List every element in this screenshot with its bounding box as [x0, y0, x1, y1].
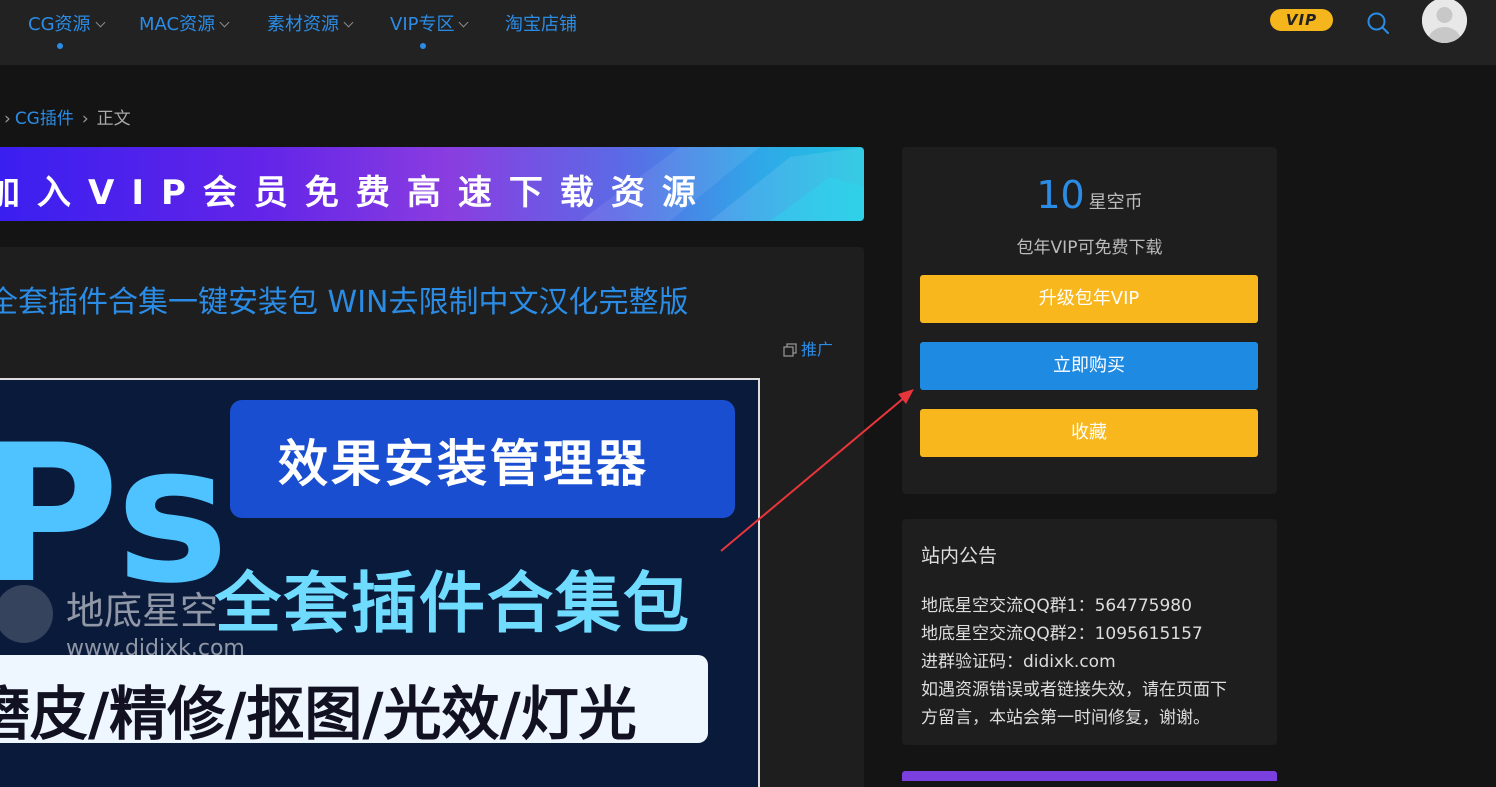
- price-note: 包年VIP可免费下载: [1016, 238, 1163, 258]
- cover-headline: 全套插件合集包: [215, 565, 691, 642]
- nav-item-vip-zone[interactable]: VIP专区: [390, 10, 469, 35]
- nav-item-label: MAC资源: [139, 14, 216, 35]
- user-icon: [1422, 0, 1467, 43]
- favorite-button[interactable]: 收藏: [920, 409, 1258, 457]
- buy-now-button[interactable]: 立即购买: [920, 342, 1258, 390]
- promo-label: 推广: [801, 340, 834, 359]
- purchase-card: 10 星空币 包年VIP可免费下载 升级包年VIP 立即购买 收藏: [902, 147, 1277, 494]
- active-indicator-dot: [57, 43, 63, 49]
- chevron-down-icon: [459, 17, 469, 28]
- article-cover-image: 效果安装管理器 Ps 全套插件合集包 地底星空 www.didixk.com 磨…: [0, 378, 760, 787]
- watermark-logo-icon: [0, 585, 53, 643]
- cover-feature-text: 磨皮/精修/抠图/光效/灯光: [0, 680, 637, 748]
- banner-text: 加入VIP会员免费高速下载资源: [0, 173, 713, 213]
- copy-icon: [783, 343, 797, 357]
- nav-item-label: 淘宝店铺: [505, 14, 577, 35]
- breadcrumb: › CG插件 › 正文: [0, 104, 131, 129]
- nav-item-label: VIP专区: [390, 14, 455, 35]
- upgrade-vip-button[interactable]: 升级包年VIP: [920, 275, 1258, 323]
- site-notice-card: 站内公告 地底星空交流QQ群1：564775980 地底星空交流QQ群2：109…: [902, 519, 1277, 745]
- chevron-down-icon: [219, 17, 230, 28]
- notice-line: 方留言，本站会第一时间修复，谢谢。: [921, 708, 1210, 728]
- article-title[interactable]: 全套插件合集一键安装包 WIN去限制中文汉化完整版: [0, 277, 689, 321]
- notice-line: 地底星空交流QQ群1：564775980: [921, 596, 1192, 616]
- nav-item-material-resources[interactable]: 素材资源: [267, 10, 354, 35]
- watermark-name: 地底星空: [66, 589, 219, 633]
- vip-promo-banner[interactable]: 加入VIP会员免费高速下载资源: [0, 147, 864, 221]
- cover-panel-text: 效果安装管理器: [278, 435, 649, 493]
- notice-line: 地底星空交流QQ群2：1095615157: [921, 624, 1203, 644]
- nav-item-label: CG资源: [28, 14, 91, 35]
- active-indicator-dot: [420, 43, 426, 49]
- search-icon[interactable]: [1366, 11, 1390, 35]
- price: 10 星空币: [902, 173, 1277, 217]
- nav-item-taobao-store[interactable]: 淘宝店铺: [505, 10, 577, 35]
- price-amount: 10: [1036, 173, 1085, 217]
- breadcrumb-category-link[interactable]: CG插件: [15, 109, 74, 129]
- nav-item-label: 素材资源: [267, 14, 339, 35]
- article-card: 全套插件合集一键安装包 WIN去限制中文汉化完整版 推广 效果安装管理器 Ps …: [0, 247, 864, 787]
- top-navigation: CG资源 MAC资源 素材资源 VIP专区 淘宝店铺 VIP: [0, 0, 1496, 65]
- chevron-right-icon: ›: [81, 109, 89, 129]
- chevron-down-icon: [343, 17, 354, 28]
- breadcrumb-current: 正文: [96, 109, 131, 129]
- next-widget-edge: [902, 771, 1277, 781]
- price-unit: 星空币: [1088, 192, 1143, 213]
- user-avatar[interactable]: [1422, 0, 1467, 43]
- notice-line: 如遇资源错误或者链接失效，请在页面下: [921, 680, 1227, 700]
- vip-badge[interactable]: VIP: [1270, 9, 1333, 31]
- promo-link[interactable]: 推广: [783, 336, 833, 360]
- nav-item-cg-resources[interactable]: CG资源: [28, 10, 105, 35]
- nav-item-mac-resources[interactable]: MAC资源: [139, 10, 230, 35]
- notice-line: 进群验证码：didixk.com: [921, 652, 1116, 672]
- notice-title: 站内公告: [921, 545, 998, 567]
- chevron-down-icon: [95, 17, 105, 28]
- chevron-right-icon: ›: [4, 109, 11, 129]
